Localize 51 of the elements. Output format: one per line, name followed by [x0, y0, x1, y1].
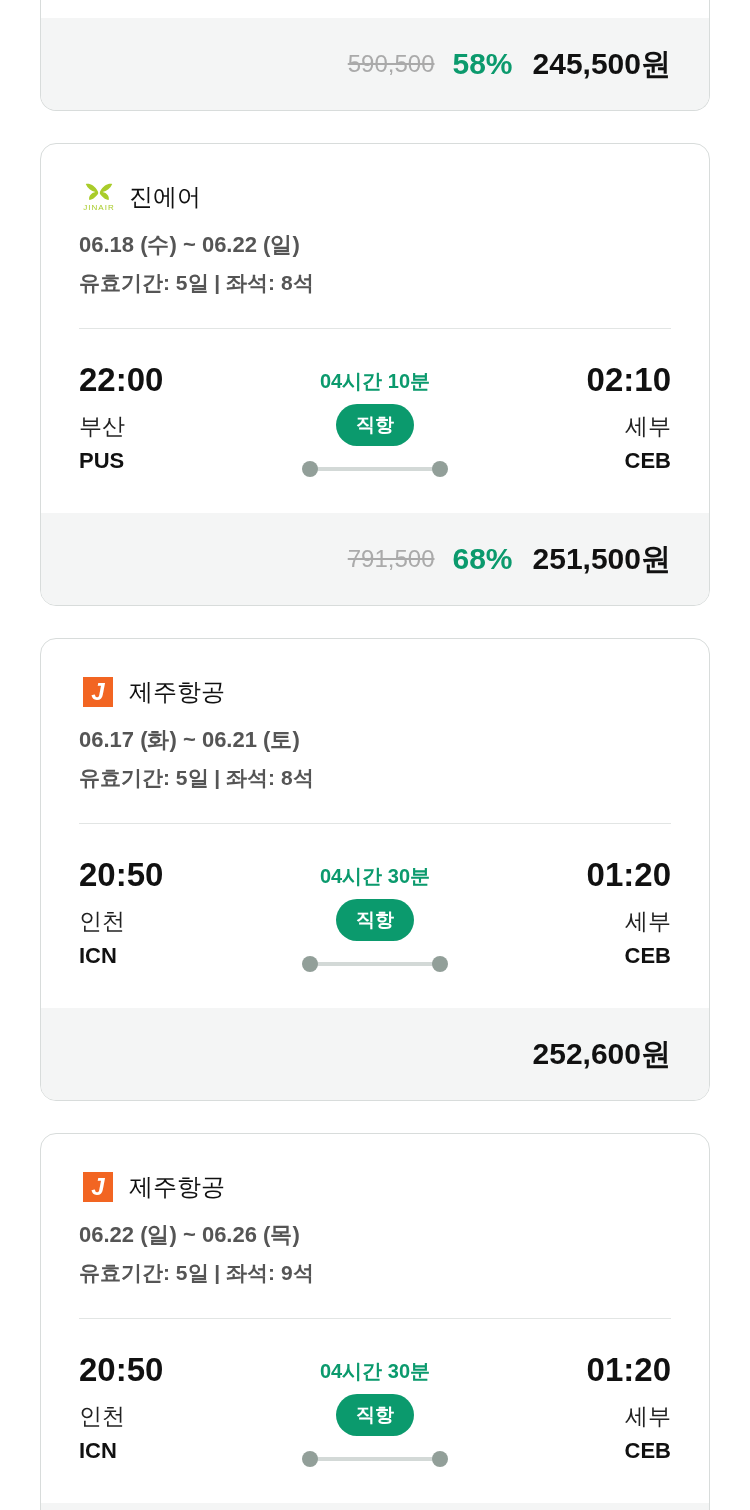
original-price: 791,500 — [347, 545, 435, 573]
flight-card[interactable]: JINAIR 진에어 06.18 (수) ~ 06.22 (일) 유효기간: 5일 | 좌석: 8석 22:00 부산 PUS 04시간 10분 직항 02:10 세부 CEB 791,500 68% 251,500원 — [40, 143, 710, 606]
sale-price: 252,600원 — [532, 1035, 671, 1072]
flight-card[interactable]: J 제주항공 06.17 (화) ~ 06.21 (토) 유효기간: 5일 | 좌석: 8석 20:50 인천 ICN 04시간 30분 직항 01:20 세부 CEB 252,600원 — [40, 638, 710, 1101]
flight-duration: 04시간 30분 — [319, 1359, 431, 1384]
butterfly-icon — [84, 182, 114, 201]
airline-name: 제주항공 — [129, 677, 225, 707]
arrival-code: CEB — [624, 942, 671, 970]
discount-rate: 68% — [452, 542, 513, 576]
route-line-icon — [302, 1451, 448, 1467]
flight-card[interactable]: J 제주항공 06.22 (일) ~ 06.26 (목) 유효기간: 5일 | 좌석: 9석 20:50 인천 ICN 04시간 30분 직항 01:20 세부 CEB — [40, 1133, 710, 1510]
travel-dates: 06.18 (수) ~ 06.22 (일) — [79, 231, 301, 259]
flight-duration: 04시간 10분 — [319, 369, 431, 394]
arrival-time: 02:10 — [586, 360, 671, 400]
arrival-city: 세부 — [625, 412, 671, 441]
logo-text: JINAIR — [83, 202, 115, 212]
departure-code: PUS — [79, 447, 125, 475]
direct-flight-badge: 직항 — [336, 404, 414, 446]
original-price: 590,500 — [347, 50, 435, 78]
discount-rate: 58% — [452, 47, 513, 81]
arrival-time: 01:20 — [586, 855, 671, 895]
arrival-city: 세부 — [625, 1402, 671, 1431]
departure-city: 인천 — [79, 907, 125, 936]
airline-logo: J — [83, 677, 113, 707]
travel-dates: 06.17 (화) ~ 06.21 (토) — [79, 726, 301, 754]
departure-code: ICN — [79, 1437, 117, 1465]
sale-price: 251,500원 — [532, 540, 671, 577]
departure-city: 인천 — [79, 1402, 125, 1431]
route-line-icon — [302, 956, 448, 972]
airline-name: 제주항공 — [129, 1172, 225, 1202]
arrival-city: 세부 — [625, 907, 671, 936]
validity-seats: 유효기간: 5일 | 좌석: 8석 — [79, 268, 671, 298]
departure-time: 20:50 — [79, 855, 164, 895]
departure-time: 20:50 — [79, 1350, 164, 1390]
direct-flight-badge: 직항 — [336, 899, 414, 941]
direct-flight-badge: 직항 — [336, 1394, 414, 1436]
airline-name: 진에어 — [129, 182, 201, 212]
arrival-time: 01:20 — [586, 1350, 671, 1390]
flight-duration: 04시간 30분 — [319, 864, 431, 889]
travel-dates: 06.22 (일) ~ 06.26 (목) — [79, 1221, 301, 1249]
flight-card[interactable]: 590,500 58% 245,500원 — [40, 0, 710, 111]
airline-logo: J — [83, 1172, 113, 1202]
arrival-code: CEB — [624, 447, 671, 475]
arrival-code: CEB — [624, 1437, 671, 1465]
validity-seats: 유효기간: 5일 | 좌석: 8석 — [79, 763, 671, 793]
route-line-icon — [302, 461, 448, 477]
departure-time: 22:00 — [79, 360, 164, 400]
departure-city: 부산 — [79, 412, 125, 441]
validity-seats: 유효기간: 5일 | 좌석: 9석 — [79, 1258, 671, 1288]
sale-price: 245,500원 — [532, 45, 671, 82]
departure-code: ICN — [79, 942, 117, 970]
